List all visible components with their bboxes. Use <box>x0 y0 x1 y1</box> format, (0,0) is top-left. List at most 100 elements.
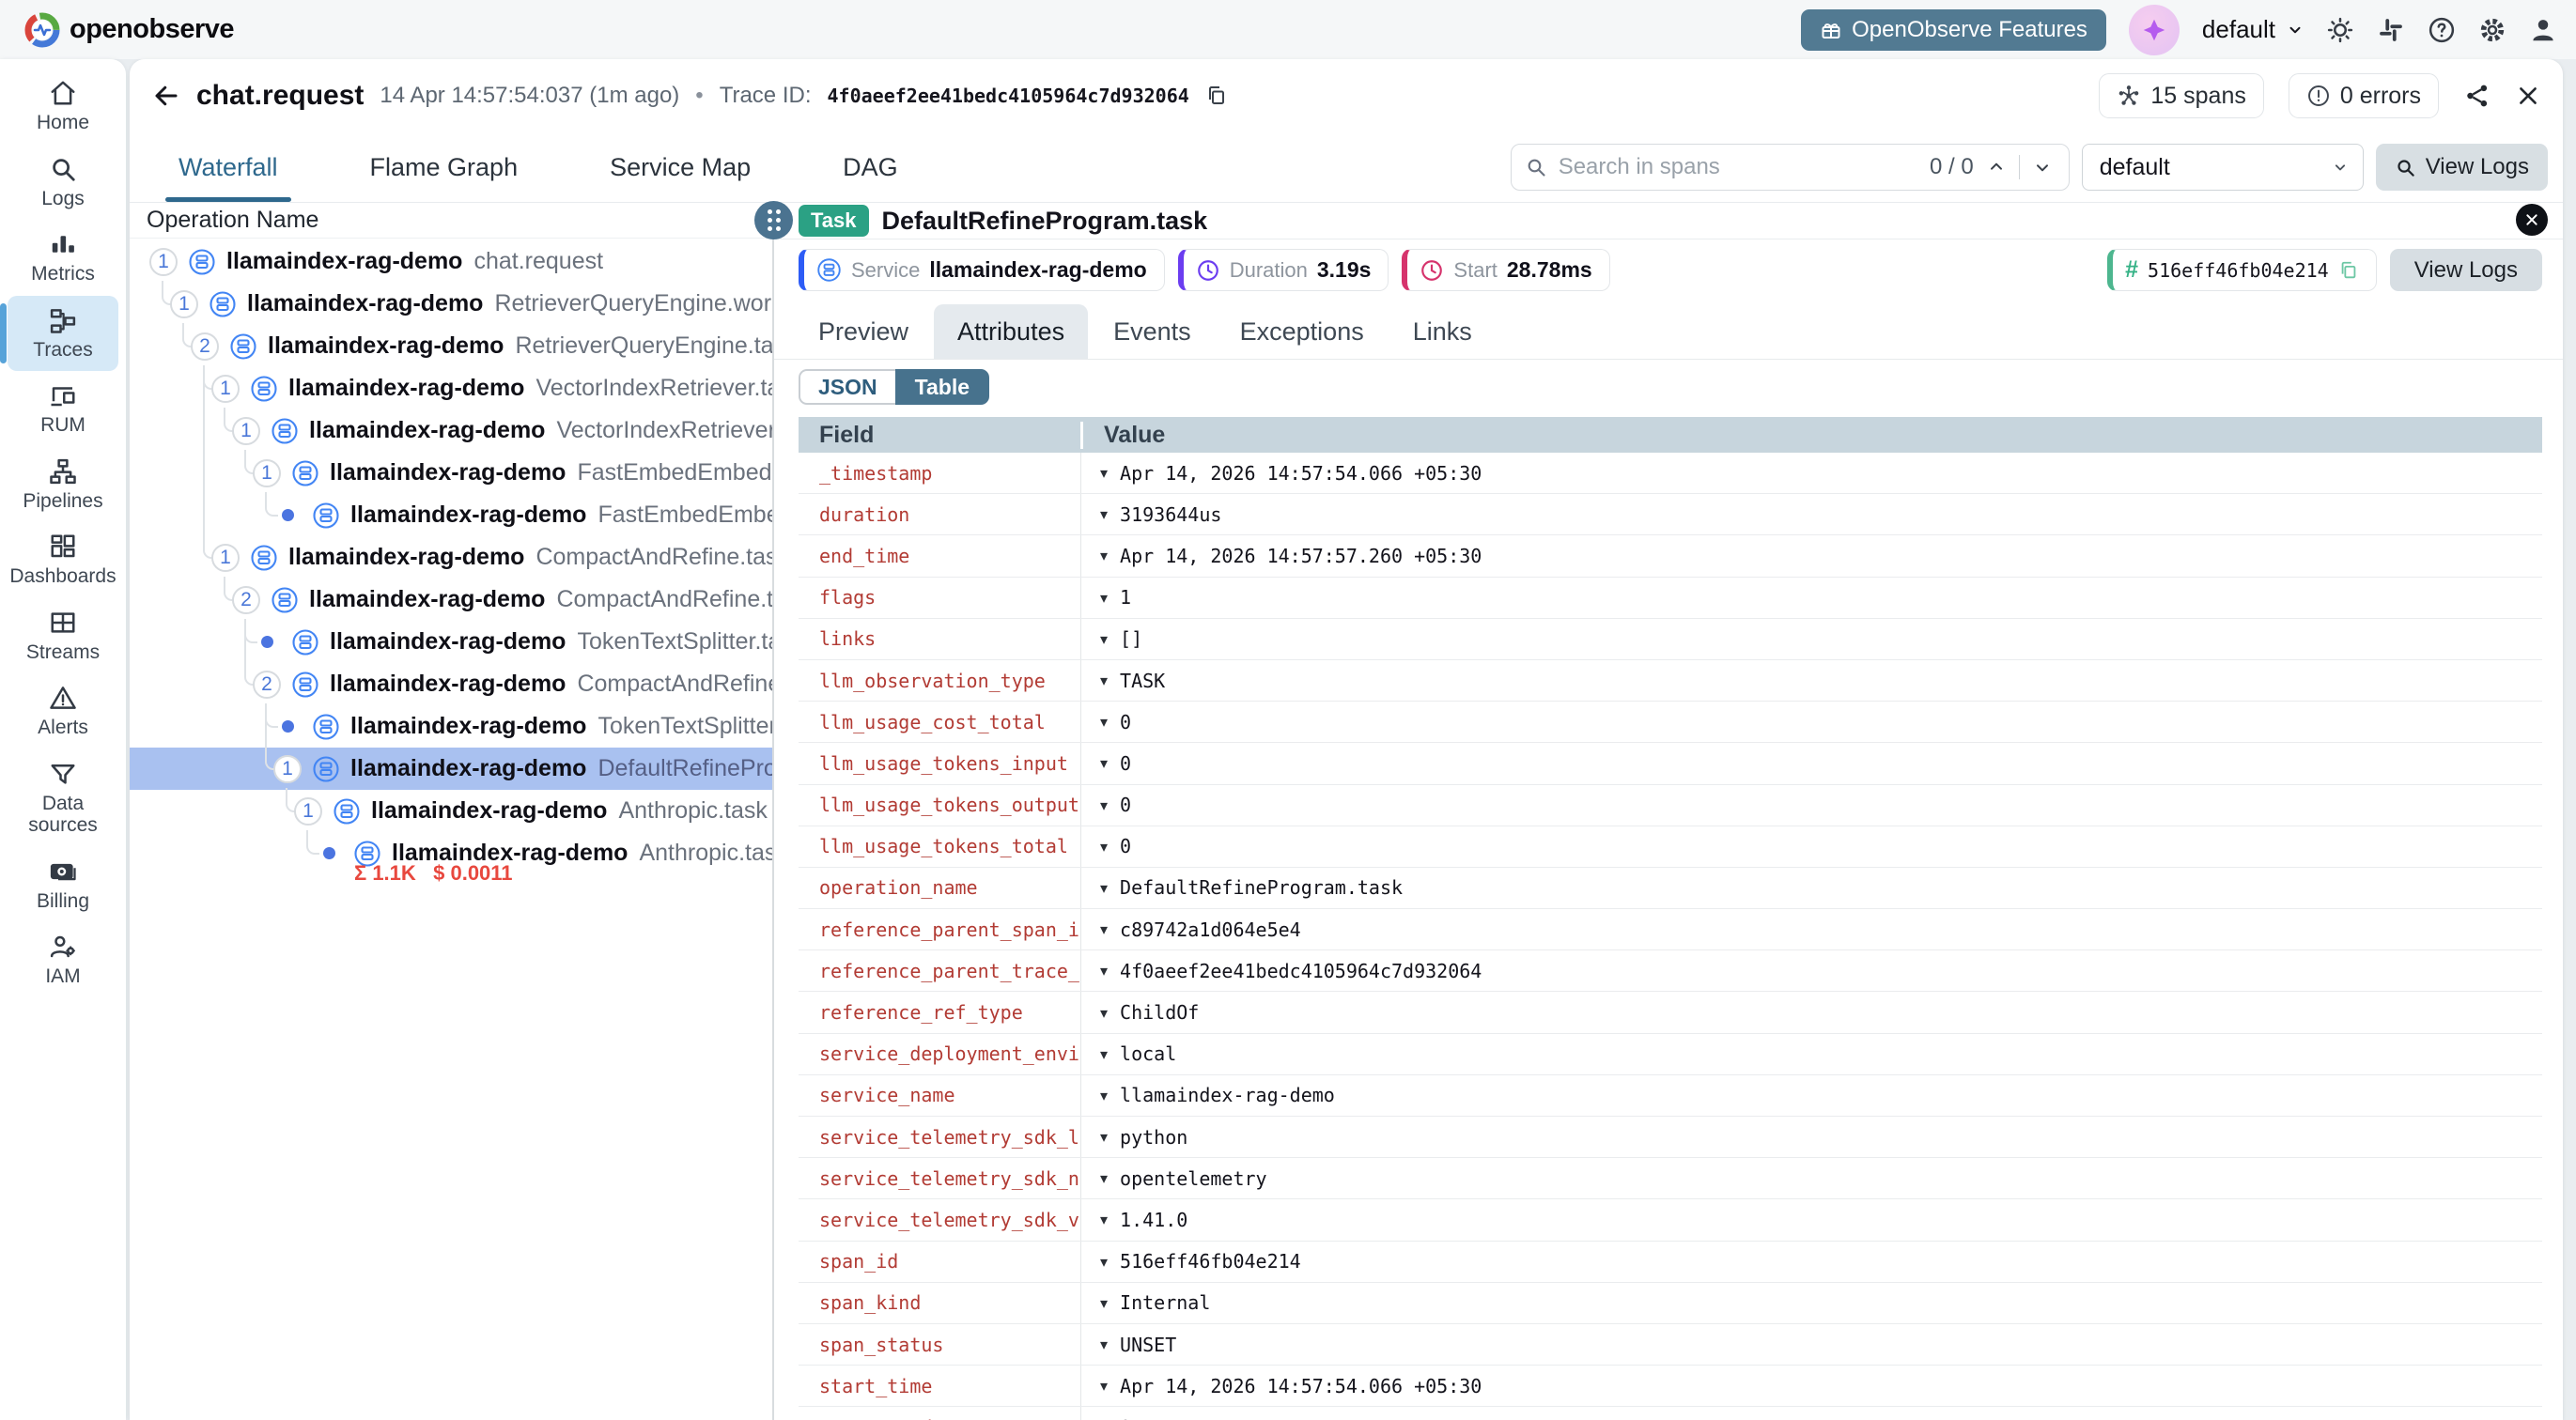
sidebar-item-billing[interactable]: Billing <box>8 847 118 923</box>
attribute-value: DefaultRefineProgram.task <box>1120 876 1403 899</box>
attribute-value: local <box>1120 1042 1176 1065</box>
sidebar-item-alerts[interactable]: Alerts <box>8 673 118 749</box>
expand-caret-icon[interactable]: ▾ <box>1100 1294 1108 1312</box>
search-icon <box>1525 156 1547 178</box>
tree-row[interactable]: 2 llamaindex-rag-demo CompactAndRefine.t… <box>130 663 772 705</box>
expand-caret-icon[interactable]: ▾ <box>1100 547 1108 564</box>
tree-row[interactable]: 1 llamaindex-rag-demo VectorIndexRetriev… <box>130 409 772 452</box>
attribute-field: service_telemetry_sdk_ve… <box>799 1199 1080 1240</box>
user-profile-icon[interactable] <box>2529 16 2557 44</box>
expand-caret-icon[interactable]: ▾ <box>1100 962 1108 980</box>
openobserve-features-button[interactable]: OpenObserve Features <box>1801 9 2106 51</box>
expand-caret-icon[interactable]: ▾ <box>1100 1045 1108 1063</box>
hash-icon: # <box>2125 256 2138 284</box>
copy-trace-id-icon[interactable] <box>1205 85 1228 107</box>
slack-icon[interactable] <box>2377 16 2405 44</box>
sidebar-item-iam[interactable]: IAM <box>8 922 118 998</box>
tree-row[interactable]: 1 llamaindex-rag-demo Anthropic.task <box>130 790 772 832</box>
help-icon[interactable] <box>2428 16 2456 44</box>
copy-span-id-icon[interactable] <box>2338 260 2359 281</box>
attribute-value: c89742a1d064e5e4 <box>1120 918 1301 941</box>
ai-assistant-button[interactable] <box>2129 5 2180 55</box>
expand-caret-icon[interactable]: ▾ <box>1100 838 1108 856</box>
tab-flame-graph[interactable]: Flame Graph <box>363 132 526 202</box>
sidebar-item-traces[interactable]: Traces <box>8 296 118 372</box>
service-icon <box>229 332 257 361</box>
tab-service-map[interactable]: Service Map <box>602 132 758 202</box>
close-icon[interactable] <box>2516 84 2540 108</box>
chevron-up-icon[interactable] <box>1983 158 2010 177</box>
attribute-value: 0 <box>1120 835 1131 857</box>
tab-dag[interactable]: DAG <box>835 132 906 202</box>
tree-connector <box>306 830 319 855</box>
expand-caret-icon[interactable]: ▾ <box>1100 505 1108 523</box>
service-name: llamaindex-rag-demo <box>247 290 483 317</box>
expand-caret-icon[interactable]: ▾ <box>1100 671 1108 689</box>
sidebar-nav: Home Logs Metrics Traces RUM Pipelines D… <box>0 59 126 1420</box>
table-toggle-button[interactable]: Table <box>895 369 989 405</box>
theme-toggle-icon[interactable] <box>2326 16 2354 44</box>
service-name: llamaindex-rag-demo <box>268 332 504 360</box>
expand-caret-icon[interactable]: ▾ <box>1100 1335 1108 1353</box>
organization-selector[interactable]: default <box>2202 15 2304 44</box>
tab-preview[interactable]: Preview <box>795 304 932 359</box>
tree-row[interactable]: 1 llamaindex-rag-demo FastEmbedEmbedding… <box>130 452 772 494</box>
span-view-logs-button[interactable]: View Logs <box>2390 249 2542 291</box>
sidebar-item-metrics[interactable]: Metrics <box>8 220 118 296</box>
tab-exceptions[interactable]: Exceptions <box>1217 304 1388 359</box>
openobserve-logo[interactable]: openobserve <box>24 12 234 48</box>
expand-caret-icon[interactable]: ▾ <box>1100 1169 1108 1187</box>
operation-name: VectorIndexRetriever.task <box>556 417 772 444</box>
sidebar-item-rum[interactable]: RUM <box>8 371 118 447</box>
expand-caret-icon[interactable]: ▾ <box>1100 630 1108 648</box>
close-details-icon[interactable] <box>2516 204 2548 236</box>
tree-row[interactable]: 1 llamaindex-rag-demo chat.request <box>130 240 772 283</box>
tree-row[interactable]: llamaindex-rag-demo TokenTextSplitter.ta… <box>130 621 772 663</box>
tree-row[interactable]: llamaindex-rag-demo TokenTextSplitter.ta… <box>130 705 772 748</box>
pipeline-hierarchy-icon <box>49 457 77 486</box>
json-toggle-button[interactable]: JSON <box>799 369 895 405</box>
expand-caret-icon[interactable]: ▾ <box>1100 589 1108 607</box>
sidebar-item-streams[interactable]: Streams <box>8 598 118 674</box>
tab-waterfall[interactable]: Waterfall <box>171 132 286 202</box>
expand-caret-icon[interactable]: ▾ <box>1100 1253 1108 1271</box>
expand-caret-icon[interactable]: ▾ <box>1100 879 1108 897</box>
alert-triangle-icon <box>49 684 77 712</box>
expand-caret-icon[interactable]: ▾ <box>1100 1211 1108 1228</box>
share-icon[interactable] <box>2463 82 2491 110</box>
stream-selector[interactable]: default <box>2082 144 2364 191</box>
resize-grip-handle[interactable] <box>754 201 793 239</box>
expand-caret-icon[interactable]: ▾ <box>1100 796 1108 814</box>
expand-caret-icon[interactable]: ▾ <box>1100 1377 1108 1395</box>
chevron-down-icon[interactable] <box>2029 158 2056 177</box>
tree-row[interactable]: 1 llamaindex-rag-demo DefaultRefineProgr… <box>130 748 772 790</box>
tab-links[interactable]: Links <box>1389 304 1496 359</box>
expand-caret-icon[interactable]: ▾ <box>1100 713 1108 731</box>
sidebar-item-pipelines[interactable]: Pipelines <box>8 447 118 523</box>
attribute-row: llm_usage_cost_total ▾ 0 <box>799 702 2542 743</box>
expand-caret-icon[interactable]: ▾ <box>1100 754 1108 772</box>
search-input[interactable] <box>1557 153 1920 181</box>
tab-attributes[interactable]: Attributes <box>934 304 1088 359</box>
service-name: llamaindex-rag-demo <box>330 671 566 698</box>
sidebar-item-dashboards[interactable]: Dashboards <box>8 522 118 598</box>
tree-row[interactable]: 2 llamaindex-rag-demo RetrieverQueryEngi… <box>130 325 772 367</box>
view-logs-button[interactable]: View Logs <box>2376 144 2548 191</box>
expand-caret-icon[interactable]: ▾ <box>1100 464 1108 482</box>
sidebar-item-data-sources[interactable]: Data sources <box>8 749 118 847</box>
expand-caret-icon[interactable]: ▾ <box>1100 920 1108 938</box>
settings-gear-icon[interactable] <box>2478 16 2506 44</box>
tree-row[interactable]: 2 llamaindex-rag-demo CompactAndRefine.t… <box>130 579 772 621</box>
tree-row[interactable]: 1 llamaindex-rag-demo CompactAndRefine.t… <box>130 536 772 579</box>
expand-caret-icon[interactable]: ▾ <box>1100 1087 1108 1104</box>
tree-row[interactable]: 1 llamaindex-rag-demo VectorIndexRetriev… <box>130 367 772 409</box>
sidebar-item-home[interactable]: Home <box>8 69 118 145</box>
tree-row[interactable]: 1 llamaindex-rag-demo RetrieverQueryEngi… <box>130 283 772 325</box>
expand-caret-icon[interactable]: ▾ <box>1100 1004 1108 1022</box>
tree-row[interactable]: llamaindex-rag-demo Anthropic.task Σ 1.1… <box>130 832 772 874</box>
back-arrow-icon[interactable] <box>152 82 180 110</box>
tree-row[interactable]: llamaindex-rag-demo FastEmbedEmbedding..… <box>130 494 772 536</box>
tab-events[interactable]: Events <box>1090 304 1215 359</box>
sidebar-item-logs[interactable]: Logs <box>8 145 118 221</box>
expand-caret-icon[interactable]: ▾ <box>1100 1128 1108 1146</box>
